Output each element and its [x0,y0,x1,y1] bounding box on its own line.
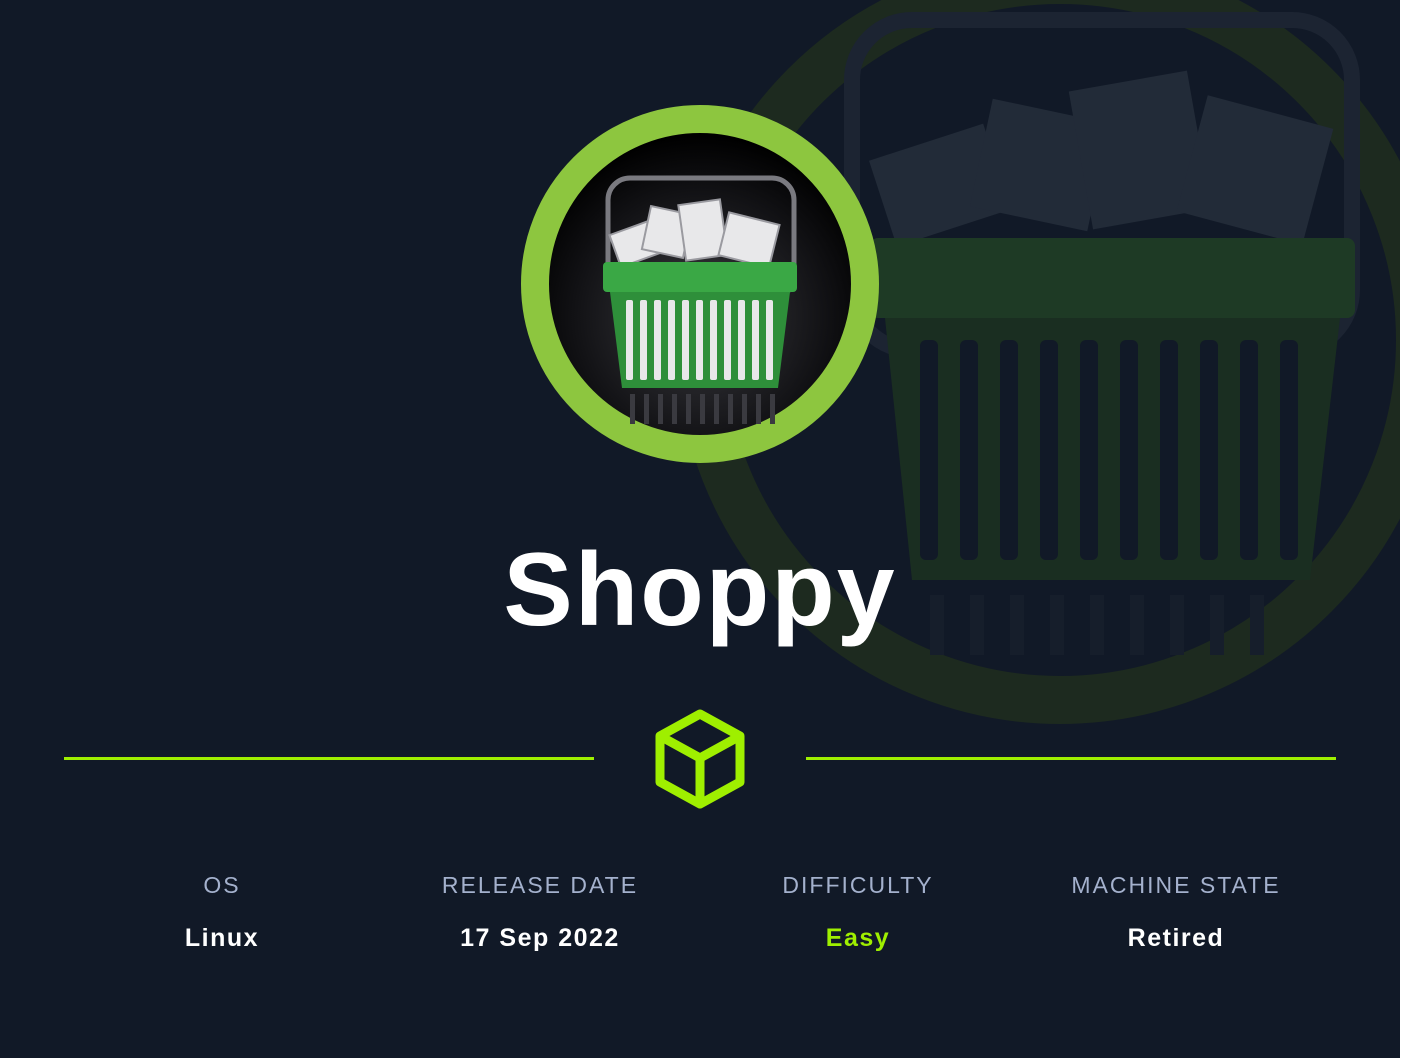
machine-card: Shoppy OS Linux RELEASE DATE 17 Sep 2022… [0,0,1400,1058]
stat-release-date: RELEASE DATE 17 Sep 2022 [370,870,710,954]
stat-label: MACHINE STATE [1071,872,1281,898]
stat-label: RELEASE DATE [441,872,639,898]
machine-avatar [521,105,879,463]
divider-left [64,757,594,760]
stat-label: DIFFICULTY [782,872,934,898]
stat-value: 17 Sep 2022 [460,924,620,952]
stat-difficulty: DIFFICULTY Easy [688,870,1028,954]
stat-os: OS Linux [52,870,392,954]
stat-value: Easy [825,924,891,952]
machine-name: Shoppy [503,532,897,648]
divider-right [806,757,1336,760]
stat-value: Linux [184,924,260,952]
stat-machine-state: MACHINE STATE Retired [1006,870,1346,954]
hack-the-box-cube-icon [655,709,745,809]
stat-value: Retired [1127,924,1225,952]
stat-label: OS [203,872,241,898]
